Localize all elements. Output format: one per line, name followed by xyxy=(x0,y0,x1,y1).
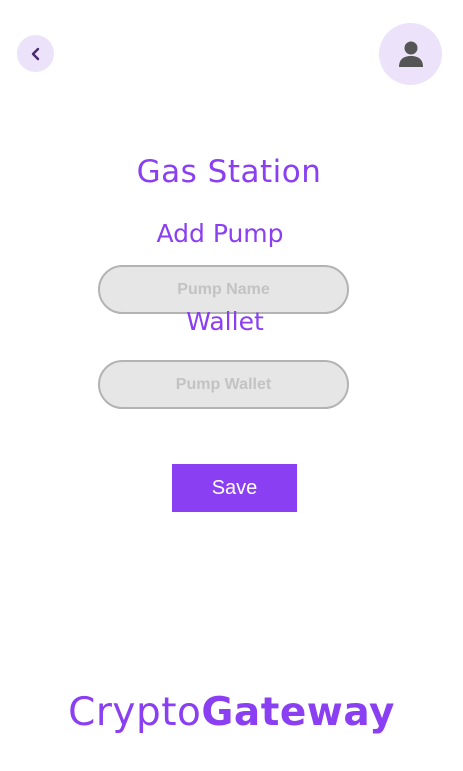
pump-wallet-input[interactable] xyxy=(98,360,349,409)
add-pump-page: Gas Station Add Pump Wallet Save CryptoG… xyxy=(0,0,463,771)
crypto-gateway-logo: CryptoGateway xyxy=(0,688,463,738)
logo-text-bold: Gateway xyxy=(201,690,395,735)
chevron-left-icon xyxy=(31,47,39,60)
back-button[interactable] xyxy=(17,35,54,72)
page-subtitle: Add Pump xyxy=(156,219,284,248)
logo-text-light: Crypto xyxy=(68,690,202,735)
save-button[interactable]: Save xyxy=(172,464,297,512)
page-title: Gas Station xyxy=(136,154,322,190)
wallet-label: Wallet xyxy=(186,307,264,336)
user-icon xyxy=(398,41,423,67)
profile-button[interactable] xyxy=(379,23,442,85)
